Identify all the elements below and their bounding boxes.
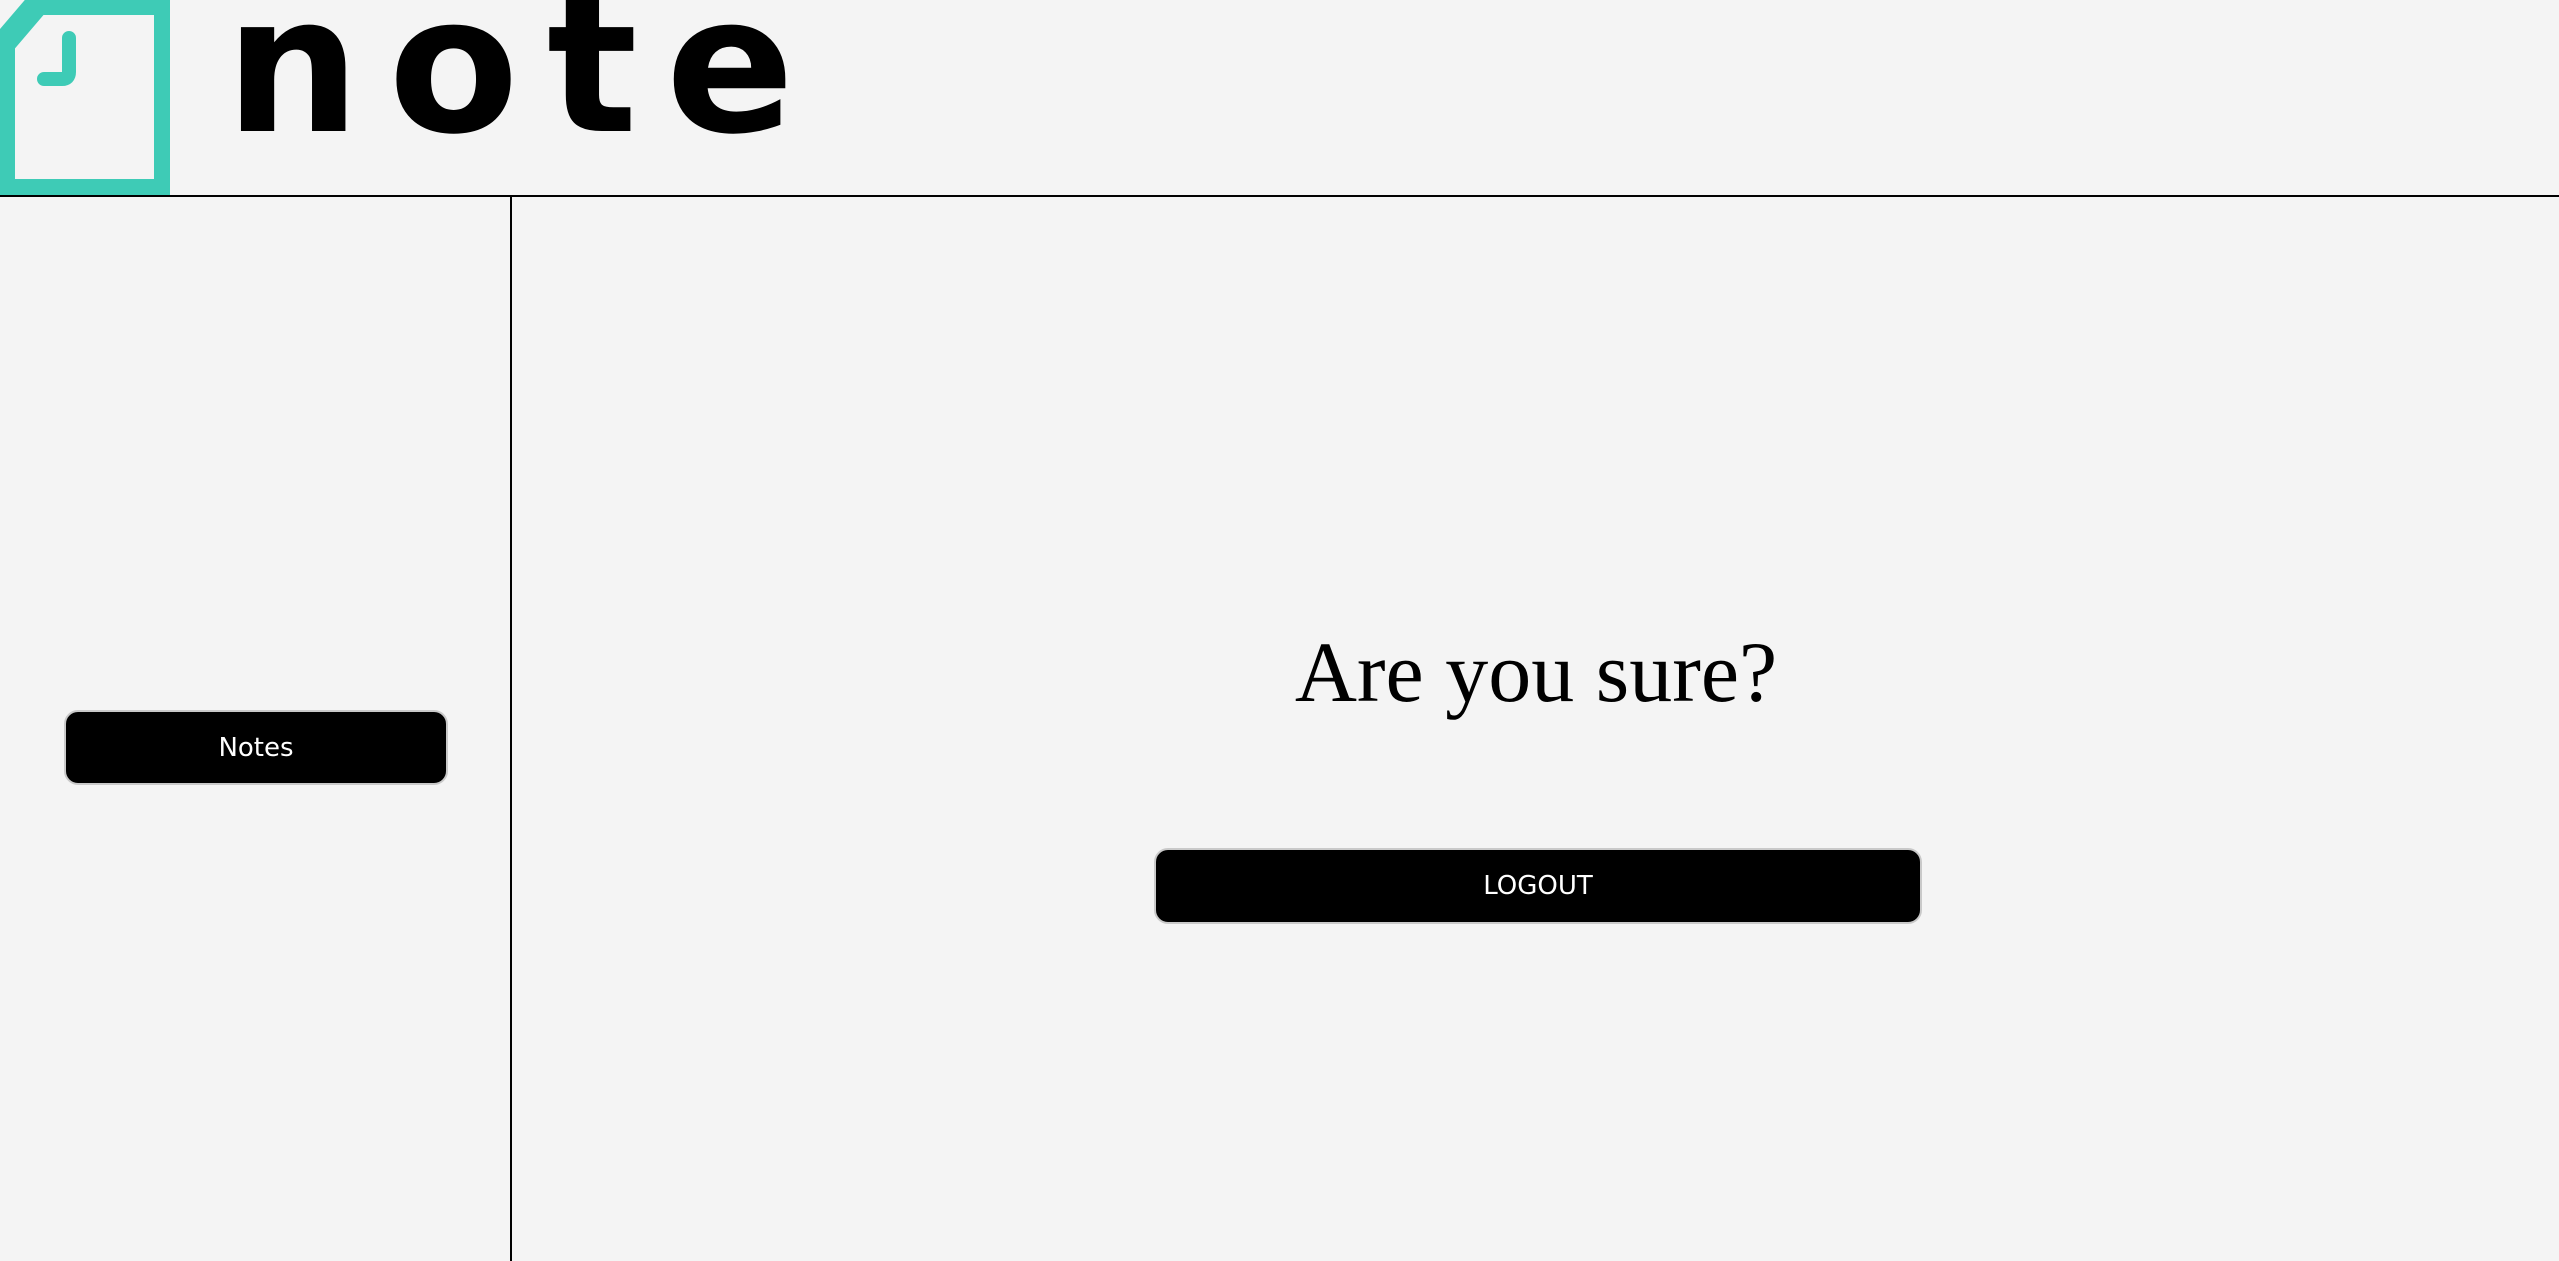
sidebar-item-notes[interactable]: Notes: [64, 710, 448, 785]
confirmation-title: Are you sure?: [1294, 624, 1778, 720]
sidebar: Notes: [0, 197, 512, 1261]
app-header: note: [0, 0, 2559, 197]
brand-logo[interactable]: note: [0, 0, 800, 195]
brand-wordmark: note: [225, 0, 823, 176]
logout-confirmation-panel: Are you sure? LOGOUT: [513, 197, 2559, 1261]
note-document-icon: [0, 0, 170, 195]
logout-button[interactable]: LOGOUT: [1154, 848, 1922, 924]
